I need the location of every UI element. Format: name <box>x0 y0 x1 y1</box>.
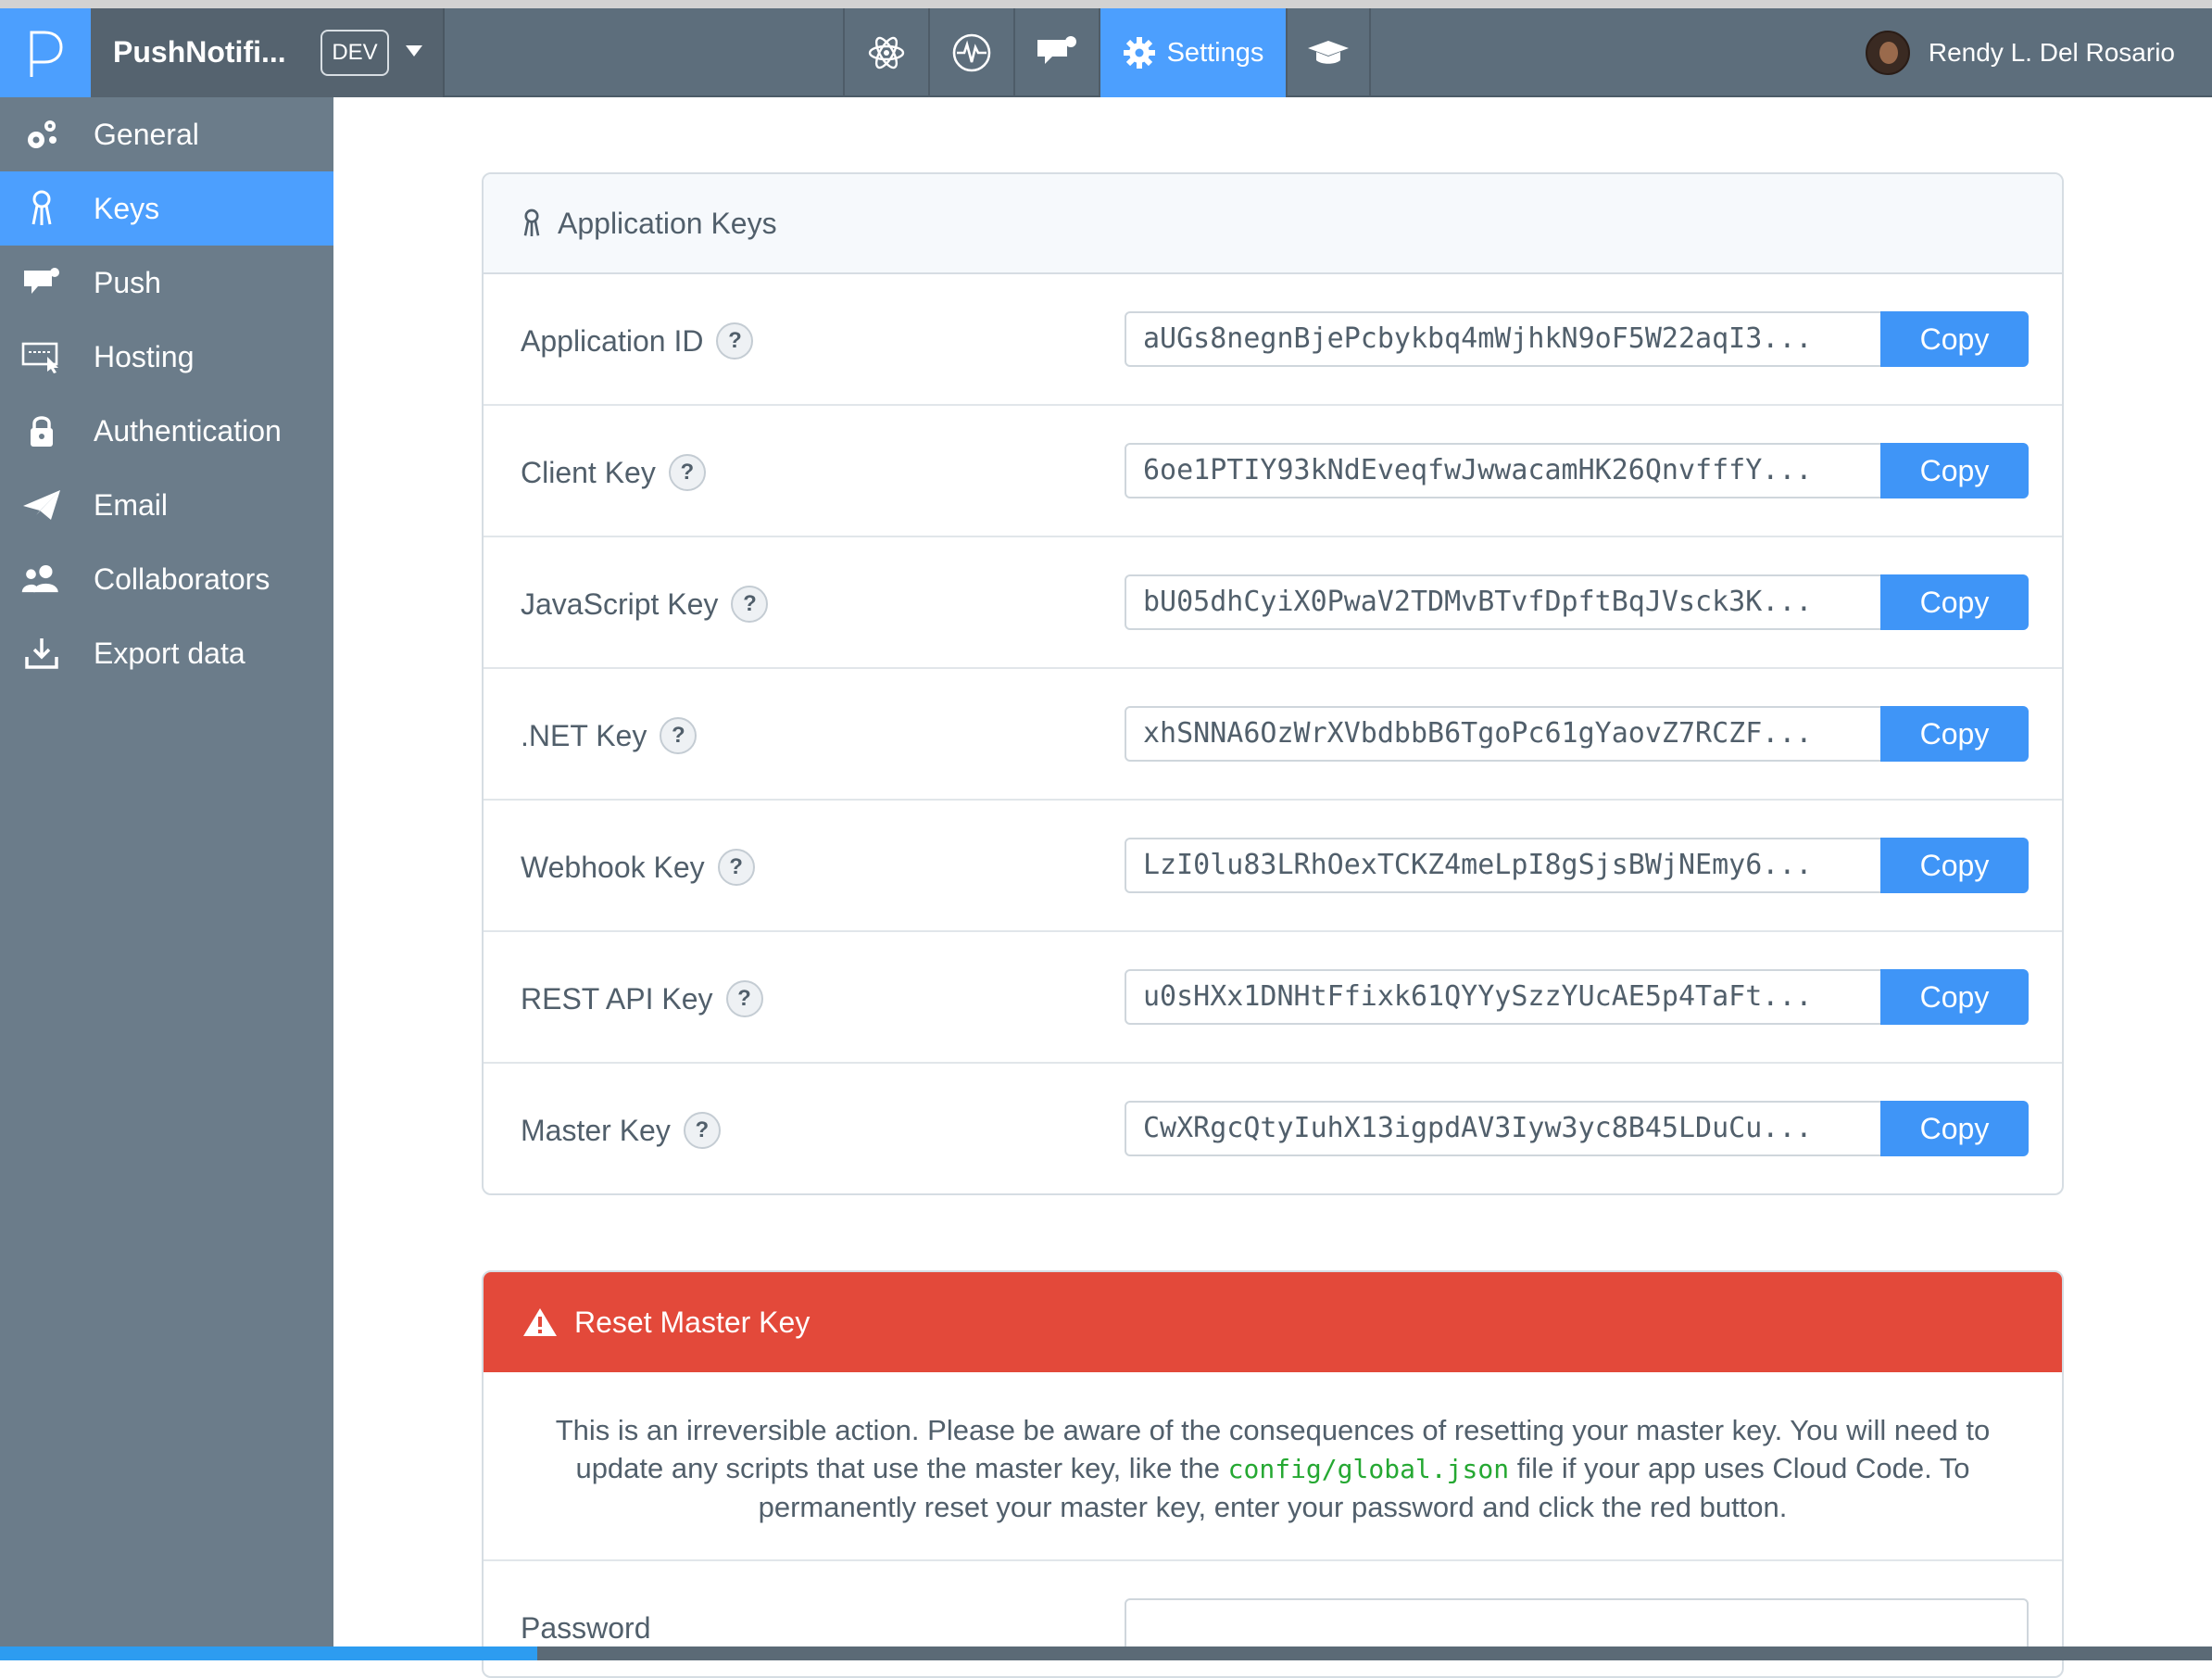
key-row-master-key: Master Key? CwXRgcQtyIuhX13igpdAV3Iyw3yc… <box>484 1064 2062 1193</box>
sidebar-item-label: Push <box>94 265 161 299</box>
sidebar-item-label: Authentication <box>94 413 282 448</box>
nav-push[interactable] <box>1013 8 1099 97</box>
gears-icon <box>20 113 63 156</box>
key-value-field[interactable]: 6oe1PTIY93kNdEveqfwJwwacamHK26QnvfffY... <box>1125 443 1882 498</box>
avatar <box>1865 31 1910 75</box>
nav-docs[interactable] <box>1286 8 1371 97</box>
help-icon[interactable]: ? <box>660 717 698 754</box>
config-file-code: config/global.json <box>1227 1454 1510 1484</box>
user-name: Rendy L. Del Rosario <box>1928 38 2175 67</box>
app-selector[interactable]: PushNotifi... DEV <box>91 8 445 97</box>
settings-sidebar: General Keys Push Hosting Authentication… <box>0 97 333 1646</box>
copy-button[interactable]: Copy <box>1880 706 2029 762</box>
sidebar-item-label: Export data <box>94 636 245 670</box>
nav-settings-label: Settings <box>1166 37 1264 68</box>
people-icon <box>20 558 63 600</box>
sidebar-item-label: General <box>94 117 199 151</box>
password-row: Password <box>484 1561 2062 1676</box>
panel-title: Reset Master Key <box>574 1305 811 1339</box>
password-label: Password <box>521 1611 651 1645</box>
hosting-icon <box>20 335 63 378</box>
key-row-javascript-key: JavaScript Key? bU05dhCyiX0PwaV2TDMvBTvf… <box>484 537 2062 669</box>
sidebar-item-label: Keys <box>94 191 160 225</box>
key-label: Client Key <box>521 455 656 489</box>
keys-icon <box>523 208 540 236</box>
key-row-dotnet-key: .NET Key? xhSNNA6OzWrXVbdbbB6TgoPc61gYao… <box>484 669 2062 801</box>
top-header: PushNotifi... DEV Settings Rendy L. Del … <box>0 8 2212 97</box>
env-badge: DEV <box>320 30 389 76</box>
sidebar-item-label: Hosting <box>94 339 195 373</box>
copy-button[interactable]: Copy <box>1880 969 2029 1025</box>
reset-master-key-panel: Reset Master Key This is an irreversible… <box>482 1270 2064 1678</box>
panel-header: Application Keys <box>484 174 2062 274</box>
browser-chrome-strip <box>0 0 2212 8</box>
push-chat-icon <box>1037 36 1076 64</box>
key-label: JavaScript Key <box>521 587 719 621</box>
key-value-field[interactable]: LzI0lu83LRhOexTCKZ4meLpI8gSjsBWjNEmy6... <box>1125 838 1882 893</box>
key-value-field[interactable]: u0sHXx1DNHtFfixk61QYYySzzYUcAE5p4TaFt... <box>1125 969 1882 1025</box>
copy-button[interactable]: Copy <box>1880 311 2029 367</box>
pulse-icon <box>952 33 991 72</box>
copy-button[interactable]: Copy <box>1880 838 2029 893</box>
nav-settings[interactable]: Settings <box>1099 8 1286 97</box>
app-name: PushNotifi... <box>113 35 286 69</box>
key-label: .NET Key <box>521 718 647 752</box>
push-icon <box>20 261 63 304</box>
help-icon[interactable]: ? <box>725 980 763 1017</box>
sidebar-item-collaborators[interactable]: Collaborators <box>0 542 333 616</box>
key-value-field[interactable]: bU05dhCyiX0PwaV2TDMvBTvfDpftBqJVsck3K... <box>1125 574 1882 630</box>
nav-analytics[interactable] <box>928 8 1013 97</box>
key-row-client-key: Client Key? 6oe1PTIY93kNdEveqfwJwwacamHK… <box>484 406 2062 537</box>
paper-plane-icon <box>20 484 63 526</box>
parse-logo[interactable] <box>0 8 91 97</box>
sidebar-item-general[interactable]: General <box>0 97 333 171</box>
help-icon[interactable]: ? <box>683 1112 721 1149</box>
sidebar-item-authentication[interactable]: Authentication <box>0 394 333 468</box>
warning-icon <box>523 1308 557 1336</box>
atom-icon <box>868 36 905 69</box>
sidebar-item-hosting[interactable]: Hosting <box>0 320 333 394</box>
key-label: Application ID <box>521 323 704 358</box>
key-label: Master Key <box>521 1113 671 1147</box>
application-keys-panel: Application Keys Application ID? aUGs8ne… <box>482 172 2064 1195</box>
reset-warning-text: This is an irreversible action. Please b… <box>484 1372 2062 1561</box>
graduation-cap-icon <box>1308 41 1349 64</box>
help-icon[interactable]: ? <box>716 322 754 360</box>
sidebar-item-export-data[interactable]: Export data <box>0 616 333 690</box>
caret-down-icon[interactable] <box>406 45 422 57</box>
loading-progress-bar <box>0 1646 537 1660</box>
lock-icon <box>20 410 63 452</box>
sidebar-item-email[interactable]: Email <box>0 468 333 542</box>
nav-core[interactable] <box>843 8 928 97</box>
keys-icon <box>20 187 63 230</box>
sidebar-item-keys[interactable]: Keys <box>0 171 333 246</box>
sidebar-item-label: Collaborators <box>94 561 270 596</box>
panel-title: Application Keys <box>558 206 777 240</box>
sidebar-item-push[interactable]: Push <box>0 246 333 320</box>
download-icon <box>20 632 63 675</box>
help-icon[interactable]: ? <box>668 454 706 491</box>
main-nav: Settings <box>843 8 1371 97</box>
gear-icon <box>1123 37 1155 69</box>
key-row-application-id: Application ID? aUGs8negnBjePcbykbq4mWjh… <box>484 274 2062 406</box>
parse-logo-icon <box>30 31 63 77</box>
panel-header: Reset Master Key <box>484 1272 2062 1372</box>
copy-button[interactable]: Copy <box>1880 1101 2029 1156</box>
key-value-field[interactable]: xhSNNA6OzWrXVbdbbB6TgoPc61gYaovZ7RCZF... <box>1125 706 1882 762</box>
key-value-field[interactable]: CwXRgcQtyIuhX13igpdAV3Iyw3yc8B45LDuCu... <box>1125 1101 1882 1156</box>
copy-button[interactable]: Copy <box>1880 574 2029 630</box>
key-value-field[interactable]: aUGs8negnBjePcbykbq4mWjhkN9oF5W22aqI3... <box>1125 311 1882 367</box>
sidebar-item-label: Email <box>94 487 169 522</box>
key-row-webhook-key: Webhook Key? LzI0lu83LRhOexTCKZ4meLpI8gS… <box>484 801 2062 932</box>
key-label: Webhook Key <box>521 850 705 884</box>
copy-button[interactable]: Copy <box>1880 443 2029 498</box>
help-icon[interactable]: ? <box>717 849 755 886</box>
key-row-rest-api-key: REST API Key? u0sHXx1DNHtFfixk61QYYySzzY… <box>484 932 2062 1064</box>
user-menu[interactable]: Rendy L. Del Rosario <box>1865 31 2175 75</box>
help-icon[interactable]: ? <box>731 586 769 623</box>
key-label: REST API Key <box>521 981 713 1016</box>
